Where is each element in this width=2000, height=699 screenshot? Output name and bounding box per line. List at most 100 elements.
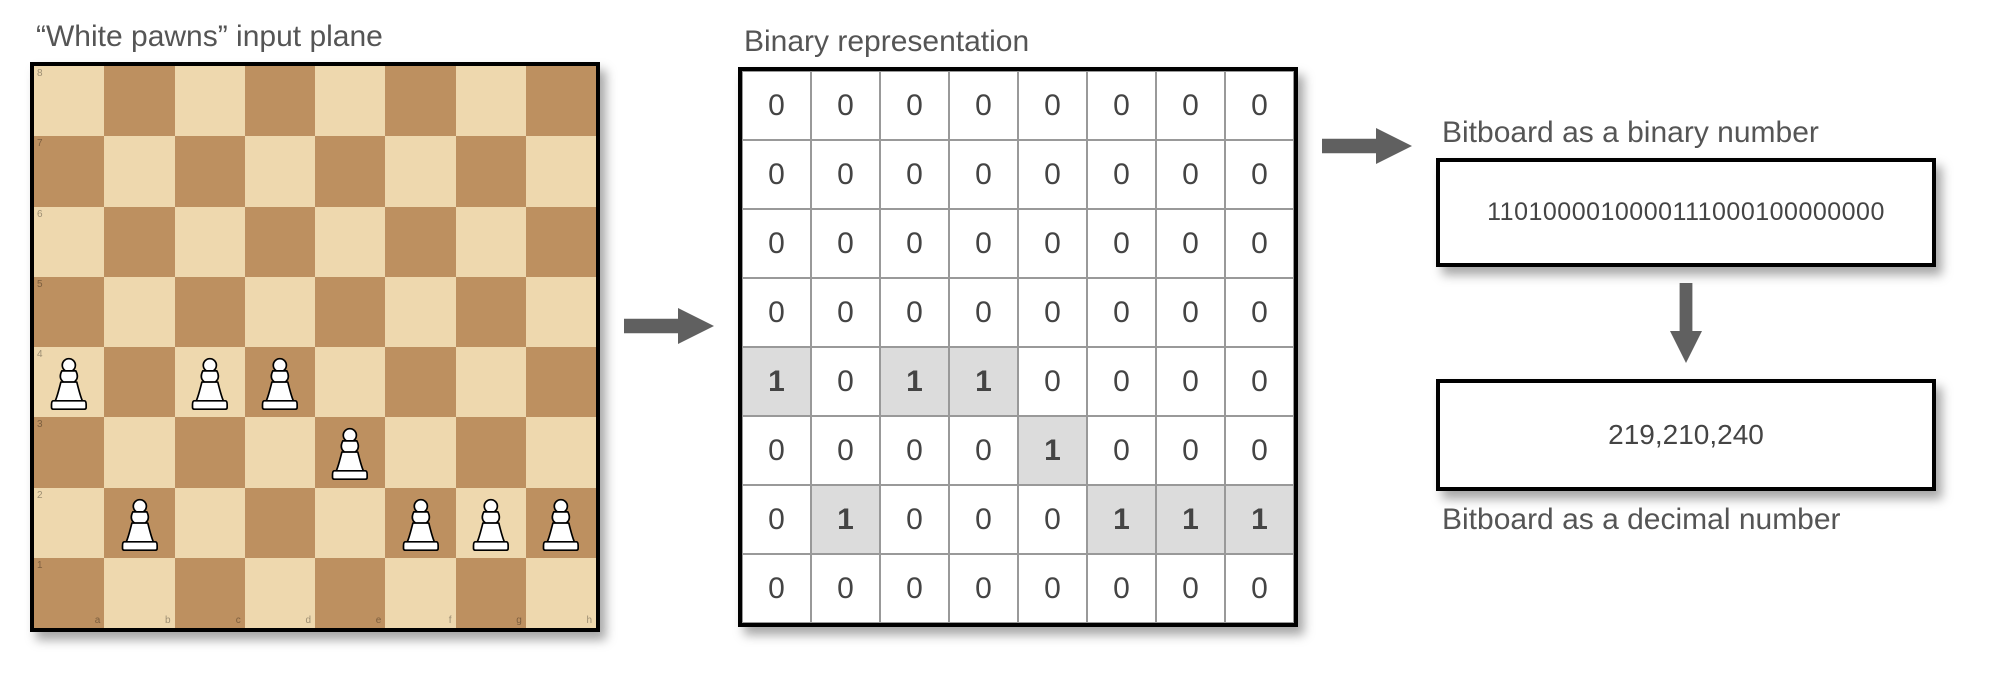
chess-square bbox=[104, 347, 174, 417]
chessboard-section: “White pawns” input plane 87654 3 2 bbox=[30, 20, 600, 632]
rank-label: 7 bbox=[37, 138, 43, 149]
chess-square bbox=[175, 277, 245, 347]
binary-cell: 0 bbox=[1018, 554, 1087, 623]
binary-value-box: 1101000010000111000100000000 bbox=[1436, 158, 1936, 267]
chess-square: 8 bbox=[34, 66, 104, 136]
chess-square bbox=[456, 488, 526, 558]
binary-cell: 1 bbox=[949, 347, 1018, 416]
binary-cell: 0 bbox=[1087, 278, 1156, 347]
chess-square: h bbox=[526, 558, 596, 628]
binary-cell: 0 bbox=[1018, 140, 1087, 209]
chess-square bbox=[526, 66, 596, 136]
chess-square bbox=[245, 136, 315, 206]
chess-square bbox=[245, 277, 315, 347]
pawn-icon bbox=[117, 495, 163, 551]
chess-square bbox=[315, 136, 385, 206]
binary-cell: 0 bbox=[880, 140, 949, 209]
binary-cell: 0 bbox=[1156, 209, 1225, 278]
binary-cell: 0 bbox=[1156, 416, 1225, 485]
pawn-icon bbox=[327, 424, 373, 480]
chess-square bbox=[385, 207, 455, 277]
chess-square: b bbox=[104, 558, 174, 628]
chess-square: e bbox=[315, 558, 385, 628]
chess-square bbox=[385, 66, 455, 136]
chess-square: 7 bbox=[34, 136, 104, 206]
chess-square bbox=[385, 136, 455, 206]
binary-cell: 0 bbox=[949, 71, 1018, 140]
binary-cell: 0 bbox=[1156, 71, 1225, 140]
chess-square bbox=[526, 277, 596, 347]
binary-cell: 0 bbox=[1087, 416, 1156, 485]
binary-cell: 0 bbox=[949, 278, 1018, 347]
chessboard-title: “White pawns” input plane bbox=[36, 20, 600, 54]
binary-cell: 0 bbox=[811, 209, 880, 278]
binary-cell: 0 bbox=[1156, 140, 1225, 209]
binary-cell: 0 bbox=[880, 485, 949, 554]
binary-cell: 0 bbox=[1087, 347, 1156, 416]
chess-square bbox=[456, 207, 526, 277]
chess-square bbox=[385, 277, 455, 347]
binary-cell: 0 bbox=[1018, 485, 1087, 554]
chess-square bbox=[456, 136, 526, 206]
file-label: d bbox=[305, 615, 311, 626]
chess-square bbox=[175, 347, 245, 417]
binary-cell: 0 bbox=[811, 347, 880, 416]
binary-cell: 0 bbox=[1225, 416, 1294, 485]
arrow-right-icon bbox=[1322, 126, 1412, 166]
binary-cell: 1 bbox=[1156, 485, 1225, 554]
chess-square: g bbox=[456, 558, 526, 628]
chess-square bbox=[104, 488, 174, 558]
chess-square bbox=[104, 277, 174, 347]
chess-square bbox=[104, 207, 174, 277]
chess-square bbox=[245, 66, 315, 136]
chess-square bbox=[385, 488, 455, 558]
rank-label: 6 bbox=[37, 209, 43, 220]
arrow-right-icon bbox=[624, 306, 714, 346]
binary-cell: 1 bbox=[811, 485, 880, 554]
binary-cell: 0 bbox=[1225, 71, 1294, 140]
binary-cell: 0 bbox=[811, 140, 880, 209]
chess-square bbox=[245, 207, 315, 277]
binary-cell: 0 bbox=[1087, 71, 1156, 140]
file-label: g bbox=[516, 615, 522, 626]
binary-cell: 0 bbox=[949, 485, 1018, 554]
diagram-row: “White pawns” input plane 87654 3 2 bbox=[30, 20, 1970, 632]
chess-square bbox=[456, 417, 526, 487]
chess-square bbox=[315, 207, 385, 277]
chess-square: 4 bbox=[34, 347, 104, 417]
binary-cell: 0 bbox=[949, 416, 1018, 485]
binary-cell: 0 bbox=[1018, 71, 1087, 140]
chess-square bbox=[245, 347, 315, 417]
file-label: h bbox=[586, 615, 592, 626]
binary-value-title: Bitboard as a binary number bbox=[1442, 116, 1936, 150]
binary-grid-section: Binary representation 000000000000000000… bbox=[738, 25, 1298, 627]
arrow-down-icon bbox=[1666, 283, 1706, 363]
chess-square bbox=[526, 417, 596, 487]
chess-square bbox=[456, 66, 526, 136]
binary-cell: 0 bbox=[742, 140, 811, 209]
file-label: c bbox=[236, 615, 241, 626]
binary-cell: 0 bbox=[742, 416, 811, 485]
binary-cell: 0 bbox=[811, 416, 880, 485]
chess-square bbox=[385, 417, 455, 487]
binary-cell: 0 bbox=[880, 554, 949, 623]
chess-square bbox=[315, 277, 385, 347]
binary-cell: 0 bbox=[949, 209, 1018, 278]
binary-cell: 0 bbox=[1018, 347, 1087, 416]
chess-square bbox=[104, 136, 174, 206]
pawn-icon bbox=[538, 495, 584, 551]
pawn-icon bbox=[46, 354, 92, 410]
binary-cell: 1 bbox=[1087, 485, 1156, 554]
binary-grid-title: Binary representation bbox=[744, 25, 1298, 59]
chess-square bbox=[315, 417, 385, 487]
decimal-value-title: Bitboard as a decimal number bbox=[1442, 503, 1936, 537]
binary-cell: 0 bbox=[949, 140, 1018, 209]
chess-square bbox=[526, 347, 596, 417]
binary-cell: 0 bbox=[1156, 347, 1225, 416]
binary-grid: 0000000000000000000000000000000010110000… bbox=[738, 67, 1298, 627]
binary-cell: 0 bbox=[742, 278, 811, 347]
file-label: e bbox=[376, 615, 382, 626]
binary-cell: 0 bbox=[880, 71, 949, 140]
chess-square bbox=[315, 347, 385, 417]
binary-cell: 0 bbox=[1225, 554, 1294, 623]
